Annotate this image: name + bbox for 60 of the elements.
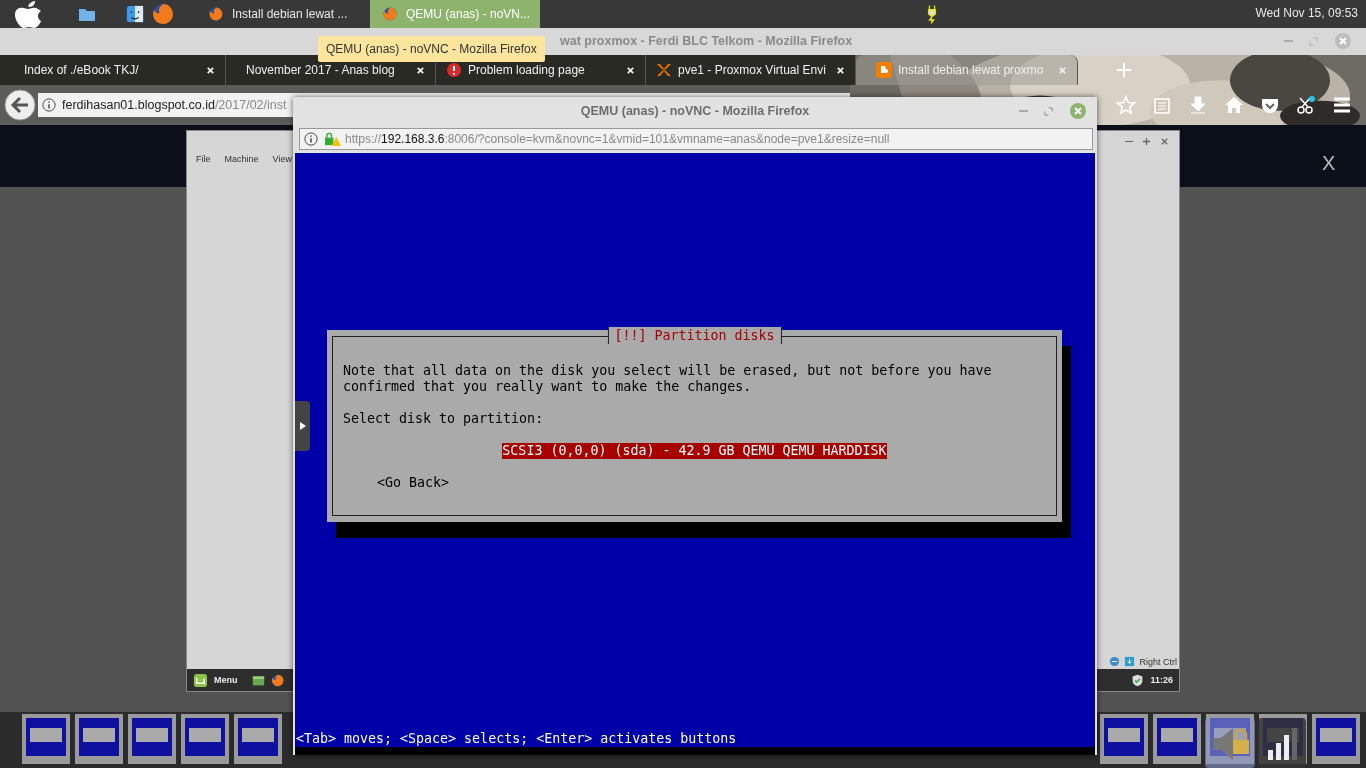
thumbnail[interactable] <box>234 714 282 764</box>
mint-logo-icon[interactable] <box>193 672 208 688</box>
maximize-button[interactable] <box>1142 137 1151 146</box>
browser-tab[interactable]: pve1 - Proxmox Virtual Envi <box>646 55 856 85</box>
network-icon[interactable] <box>1109 656 1121 667</box>
firefox-icon <box>208 6 224 22</box>
thumbnail[interactable] <box>1100 714 1148 764</box>
close-icon[interactable] <box>836 65 845 75</box>
thumbnail[interactable] <box>181 714 229 764</box>
info-icon[interactable] <box>42 98 56 112</box>
window-title: QEMU (anas) - noVNC - Mozilla Firefox <box>580 104 810 118</box>
window-title: wat proxmox - Ferdi BLC Telkom - Mozilla Firefox <box>560 34 853 48</box>
thumbnail[interactable] <box>1153 714 1201 764</box>
go-back-button[interactable]: <Go Back> <box>377 475 450 491</box>
shield-icon[interactable] <box>1131 673 1145 687</box>
close-icon[interactable] <box>206 65 215 75</box>
scissors-icon[interactable] <box>1296 95 1316 115</box>
bookmark-star-icon[interactable] <box>1116 95 1136 115</box>
download-icon[interactable] <box>1124 656 1136 667</box>
home-icon[interactable] <box>1224 95 1244 115</box>
thumbnail[interactable] <box>22 714 70 764</box>
clock[interactable]: 11:26 <box>1150 675 1173 685</box>
lock-warning-icon[interactable] <box>324 131 341 147</box>
b-logo-icon <box>876 62 892 78</box>
host-key-label: Right Ctrl <box>1139 656 1177 667</box>
thumbnail[interactable] <box>75 714 123 764</box>
menu-item[interactable]: Machine <box>224 154 259 164</box>
close-button[interactable] <box>1160 137 1169 146</box>
dialog-prompt: Select disk to partition: <box>343 411 545 427</box>
back-button[interactable] <box>4 89 36 121</box>
finder-icon[interactable] <box>126 5 144 23</box>
plug-icon[interactable] <box>926 4 938 24</box>
clock[interactable]: Wed Nov 15, 09:53 <box>1255 6 1358 20</box>
menu-item[interactable]: File <box>196 154 211 164</box>
dialog-message: Note that all data on the disk you select will be erased, but not before you have confirmed that you really want to make the changes. <box>343 363 993 395</box>
minimize-button[interactable] <box>1125 140 1133 143</box>
firefox-icon[interactable] <box>152 3 174 25</box>
menu-icon[interactable] <box>1332 95 1352 115</box>
info-icon[interactable] <box>304 132 318 146</box>
menu-item[interactable]: View <box>272 154 292 164</box>
start-menu-button[interactable]: Menu <box>214 675 238 685</box>
clipboard-icon[interactable] <box>1152 95 1172 115</box>
close-button[interactable]: X <box>1322 152 1336 175</box>
url-field[interactable]: https://192.168.3.6:8006/?console=kvm&novnc=1&vmid=101&vmname=anas&node=pve1&resize=null <box>299 128 1093 150</box>
file-manager-icon[interactable] <box>251 673 265 687</box>
taskbar-button[interactable]: Install debian lewat ... <box>196 0 366 28</box>
close-icon[interactable] <box>626 65 635 75</box>
tooltip: QEMU (anas) - noVNC - Mozilla Firefox <box>318 36 545 62</box>
x-logo-icon <box>656 62 672 78</box>
sidebar-handle[interactable] <box>295 401 310 451</box>
dialog-title: [!!] Partition disks <box>607 327 782 344</box>
help-line: <Tab> moves; <Space> selects; <Enter> activates buttons <box>296 731 737 746</box>
thumbnail[interactable] <box>128 714 176 764</box>
close-icon[interactable] <box>416 65 425 75</box>
alert-icon <box>446 62 462 78</box>
firefox-icon[interactable] <box>270 673 284 687</box>
firefox-icon <box>382 6 398 22</box>
disk-option[interactable]: SCSI3 (0,0,0) (sda) - 42.9 GB QEMU QEMU HARDDISK <box>502 443 887 459</box>
thumbnail[interactable] <box>1312 714 1360 764</box>
browser-tab[interactable]: Index of ./eBook TKJ/ <box>0 55 226 85</box>
